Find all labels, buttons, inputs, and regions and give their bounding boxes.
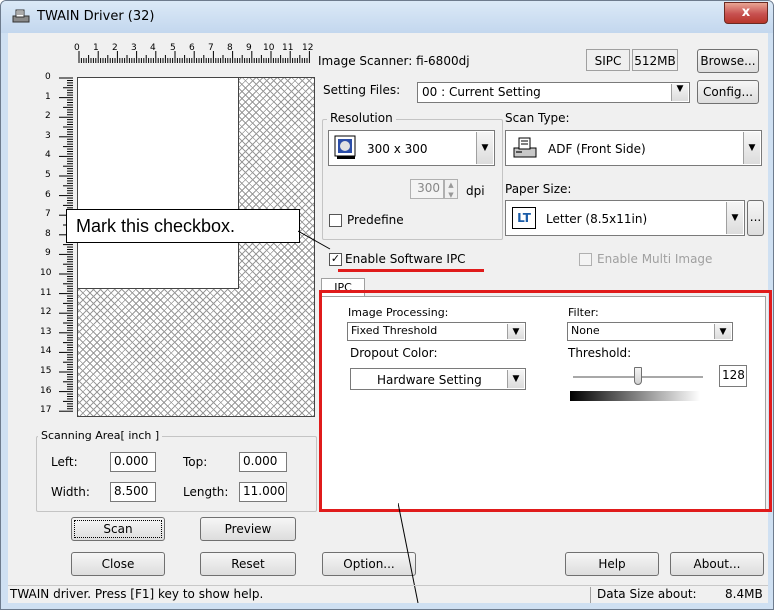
width-label: Width:: [51, 485, 90, 499]
ruler-number: 10: [263, 43, 275, 53]
ruler-number: 4: [150, 43, 156, 53]
scan-type-value: ADF (Front Side): [548, 142, 646, 156]
ruler-number: 9: [45, 248, 51, 259]
resolution-dropdown[interactable]: 300 x 300 ▼: [328, 130, 495, 166]
preview-button[interactable]: Preview: [200, 517, 296, 541]
ruler-number: 1: [45, 91, 51, 102]
ruler-number: 14: [40, 346, 52, 357]
dpi-unit-label: dpi: [466, 184, 485, 198]
help-button[interactable]: Help: [565, 552, 659, 576]
enable-software-ipc-checkbox[interactable]: ✓: [329, 253, 342, 266]
ruler-number: 11: [282, 43, 294, 53]
scan-type-dropdown[interactable]: ADF (Front Side) ▼: [505, 130, 762, 166]
data-size-label: Data Size about:: [597, 587, 697, 601]
letter-paper-icon: LT: [512, 207, 536, 229]
scan-preview-area[interactable]: [77, 77, 315, 417]
enable-multi-image-checkbox[interactable]: [579, 253, 592, 266]
close-button[interactable]: Close: [71, 552, 165, 576]
left-label: Left:: [51, 455, 78, 469]
ruler-number: 3: [45, 130, 51, 141]
ruler-number: 8: [227, 43, 233, 53]
ruler-number: 1: [93, 43, 99, 53]
top-field[interactable]: 0.000: [239, 452, 287, 472]
ruler-number: 12: [40, 307, 52, 318]
chevron-down-icon: ▼: [476, 132, 493, 164]
length-field[interactable]: 11.000: [239, 482, 287, 502]
browse-button[interactable]: Browse...: [697, 49, 759, 73]
enable-software-ipc-label: Enable Software IPC: [345, 252, 466, 266]
scanning-area-label: Scanning Area[ inch ]: [38, 429, 163, 442]
reset-button[interactable]: Reset: [200, 552, 296, 576]
resolution-label: Resolution: [327, 111, 396, 125]
ruler-number: 6: [189, 43, 195, 53]
image-scanner-label: Image Scanner: fi-6800dj: [318, 54, 470, 68]
ruler-number: 7: [45, 209, 51, 220]
highlight-underline: [338, 269, 484, 272]
ruler-number: 12: [302, 43, 314, 53]
adf-scanner-icon: [513, 137, 537, 158]
ruler-number: 8: [45, 228, 51, 239]
left-ruler: 0 1 2 3 4 5 6 7 8 9 10 11 12 13 14 15 16 17: [8, 72, 78, 417]
scanner-model: fi-6800dj: [416, 54, 470, 68]
ruler-number: 5: [170, 43, 176, 53]
chevron-down-icon: ▼: [726, 202, 743, 234]
scan-type-label: Scan Type:: [505, 111, 570, 125]
scan-button[interactable]: Scan: [71, 517, 165, 541]
resolution-icon: [334, 135, 356, 159]
ruler-number: 11: [40, 287, 52, 298]
ruler-number: 6: [45, 189, 51, 200]
paper-size-dropdown[interactable]: LT Letter (8.5x11in) ▼: [505, 200, 745, 236]
ruler-number: 13: [40, 326, 52, 337]
dpi-spinner-icon: ▲ ▼: [444, 179, 458, 199]
enable-multi-image-label: Enable Multi Image: [597, 252, 713, 266]
predefine-label: Predefine: [347, 213, 404, 227]
left-field[interactable]: 0.000: [110, 452, 156, 472]
ruler-number: 16: [40, 385, 52, 396]
width-field[interactable]: 8.500: [110, 482, 156, 502]
status-help-text: TWAIN driver. Press [F1] key to show hel…: [8, 587, 591, 603]
twain-driver-window: TWAIN Driver (32) x 0 1 2 3 4 5 6 7 8 9 …: [0, 0, 774, 610]
window-title: TWAIN Driver (32): [37, 9, 155, 24]
dialog-client-area: 0 1 2 3 4 5 6 7 8 9 10 11 12 01234567891…: [8, 33, 772, 604]
left-ruler-ticks: [59, 77, 73, 412]
predefine-checkbox[interactable]: [329, 214, 342, 227]
ruler-number: 9: [246, 43, 252, 53]
setting-files-dropdown[interactable]: 00 : Current Setting ▼: [417, 82, 690, 103]
scan-area-page[interactable]: [78, 78, 239, 289]
data-size-value: 8.4MB: [725, 587, 763, 601]
about-button[interactable]: About...: [670, 552, 764, 576]
ruler-number: 0: [45, 72, 51, 82]
scanner-app-icon: [12, 9, 30, 23]
chevron-down-icon: ▼: [743, 132, 760, 164]
ruler-number: 2: [45, 111, 51, 122]
paper-size-value: Letter (8.5x11in): [546, 212, 648, 226]
close-window-button[interactable]: x: [724, 2, 768, 24]
paper-size-more-button[interactable]: ...: [747, 200, 764, 236]
ruler-number: 17: [40, 405, 52, 416]
paper-size-label: Paper Size:: [505, 182, 572, 196]
status-bar: TWAIN driver. Press [F1] key to show hel…: [8, 585, 768, 604]
sipc-badge: SIPC: [586, 49, 630, 71]
dpi-field: 300: [410, 179, 444, 199]
config-button[interactable]: Config...: [697, 80, 759, 104]
ruler-number: 3: [131, 43, 137, 53]
title-bar[interactable]: TWAIN Driver (32) x: [1, 1, 773, 33]
ruler-number: 2: [112, 43, 118, 53]
ruler-number: 0: [74, 43, 80, 53]
memory-badge: 512MB: [632, 49, 678, 71]
top-label: Top:: [183, 455, 208, 469]
ruler-number: 10: [40, 268, 52, 278]
setting-files-label: Setting Files:: [323, 83, 401, 97]
resolution-value: 300 x 300: [367, 142, 428, 156]
ruler-number: 7: [208, 43, 214, 53]
instruction-callout: Mark this checkbox.: [66, 209, 300, 243]
length-label: Length:: [183, 485, 229, 499]
highlight-box: [319, 290, 772, 512]
ruler-number: 15: [40, 366, 52, 376]
chevron-down-icon: ▼: [671, 84, 688, 101]
top-ruler-numbers: 0 1 2 3 4 5 6 7 8 9 10 11 12: [8, 43, 338, 55]
ruler-number: 5: [45, 170, 51, 180]
callout-text: Mark this checkbox.: [76, 216, 236, 236]
ruler-number: 4: [45, 150, 51, 161]
